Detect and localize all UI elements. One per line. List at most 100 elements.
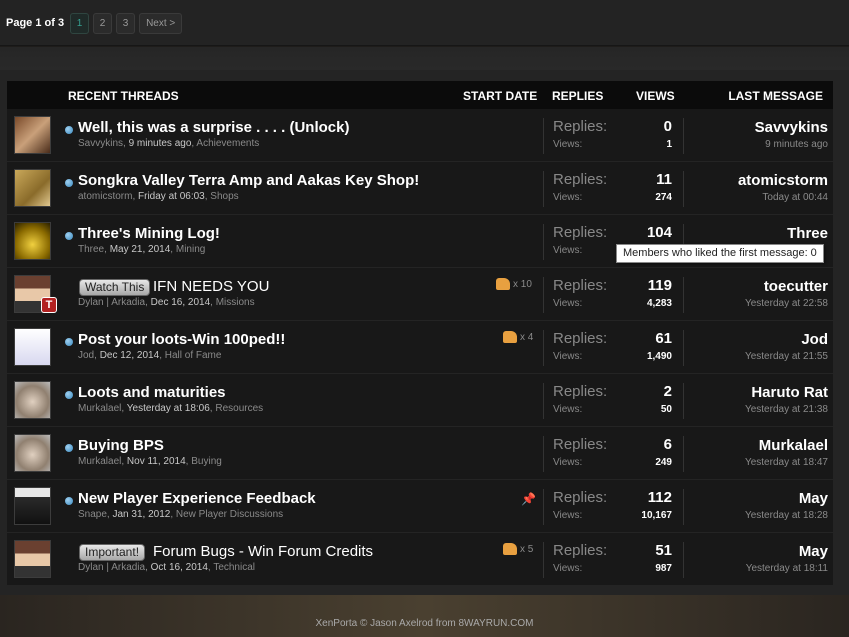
unread-bullet-icon [65, 497, 73, 505]
next-page-link[interactable]: Next > [139, 12, 183, 34]
avatar[interactable] [14, 381, 51, 419]
author-alt-link[interactable]: Arkadia [111, 562, 145, 573]
replies-count: 2 [663, 383, 672, 400]
last-poster-link[interactable]: Haruto Rat [751, 384, 828, 401]
thread-title-link[interactable]: Well, this was a surprise . . . . (Unloc… [78, 119, 349, 136]
author-link[interactable]: Murkalael [78, 403, 121, 414]
thread-title-link[interactable]: Post your loots-Win 100ped!! [78, 331, 285, 348]
forum-link[interactable]: Shops [210, 191, 238, 202]
replies-count: 0 [663, 118, 672, 135]
thumbs-up-icon [503, 331, 517, 343]
views-count: 274 [655, 192, 672, 203]
replies-count: 104 [646, 224, 672, 241]
page-2-link[interactable]: 2 [93, 12, 113, 34]
views-count: 249 [655, 457, 672, 468]
views-count: 10,167 [641, 510, 672, 521]
thread-meta: Savvykins, 9 minutes ago, Achievements [78, 138, 260, 149]
likes-count: x 10 [513, 278, 532, 290]
last-poster-link[interactable]: toecutter [764, 278, 828, 295]
header-last-message[interactable]: LAST MESSAGE [728, 89, 823, 103]
column-divider [543, 118, 544, 154]
thread-title-link[interactable]: Buying BPS [78, 437, 164, 454]
author-link[interactable]: Murkalael [78, 456, 121, 467]
last-poster-link[interactable]: Jod [801, 331, 828, 348]
forum-link[interactable]: Buying [191, 456, 222, 467]
thread-meta: Murkalael, Nov 11, 2014, Buying [78, 456, 222, 467]
last-poster-link[interactable]: May [799, 490, 828, 507]
column-divider [683, 436, 684, 472]
last-post-time[interactable]: Yesterday at 21:55 [745, 351, 828, 362]
last-post-time[interactable]: Yesterday at 18:47 [745, 457, 828, 468]
replies-label: Replies: [553, 436, 608, 453]
last-poster-link[interactable]: atomicstorm [738, 172, 828, 189]
forum-link[interactable]: Missions [216, 297, 255, 308]
avatar[interactable] [14, 434, 51, 472]
header-replies[interactable]: REPLIES [552, 89, 603, 103]
likes-indicator[interactable]: x 4 [503, 331, 533, 343]
sticky-pin-icon: 📌 [521, 492, 536, 506]
thread-title-link[interactable]: Forum Bugs - Win Forum Credits [153, 543, 373, 560]
last-post-time[interactable]: Yesterday at 22:58 [745, 298, 828, 309]
top-band: Page 1 of 3 1 2 3 Next > [0, 0, 849, 46]
last-post-time[interactable]: Yesterday at 21:38 [745, 404, 828, 415]
footer-band [0, 595, 849, 637]
thread-title-link[interactable]: New Player Experience Feedback [78, 490, 316, 507]
author-link[interactable]: Three [78, 244, 104, 255]
thread-start-date: Friday at 06:03 [138, 191, 205, 202]
replies-label: Replies: [553, 118, 608, 135]
page-1-link[interactable]: 1 [70, 12, 90, 34]
column-divider [683, 542, 684, 578]
forum-link[interactable]: Resources [215, 403, 263, 414]
unread-bullet-icon [65, 126, 73, 134]
last-post-time[interactable]: 9 minutes ago [765, 139, 828, 150]
avatar[interactable] [14, 328, 51, 366]
thread-title-link[interactable]: Loots and maturities [78, 384, 226, 401]
avatar[interactable] [14, 487, 51, 525]
header-recent-threads[interactable]: RECENT THREADS [68, 89, 179, 103]
footer-credit[interactable]: XenPorta © Jason Axelrod from 8WAYRUN.CO… [0, 618, 849, 629]
forum-link[interactable]: Achievements [196, 138, 259, 149]
likes-indicator[interactable]: x 5 [503, 543, 533, 555]
author-link[interactable]: Savvykins [78, 138, 123, 149]
last-poster-link[interactable]: Three [787, 225, 828, 242]
author-link[interactable]: Jod [78, 350, 94, 361]
thread-title-link[interactable]: Songkra Valley Terra Amp and Aakas Key S… [78, 172, 419, 189]
likes-indicator[interactable]: x 10 [496, 278, 532, 290]
last-post-time[interactable]: Yesterday at 18:11 [746, 563, 828, 574]
author-link[interactable]: Dylan [78, 562, 104, 573]
last-poster-link[interactable]: May [799, 543, 828, 560]
author-link[interactable]: Dylan [78, 297, 104, 308]
thread-row: Post your loots-Win 100ped!! Jod, Dec 12,… [7, 321, 833, 374]
header-start-date[interactable]: START DATE [463, 89, 537, 103]
thread-row: Important! Forum Bugs - Win Forum Credits… [7, 533, 833, 586]
header-views[interactable]: VIEWS [636, 89, 675, 103]
forum-link[interactable]: Hall of Fame [165, 350, 222, 361]
replies-count: 11 [656, 171, 672, 188]
author-link[interactable]: Snape [78, 509, 107, 520]
author-link[interactable]: atomicstorm [78, 191, 132, 202]
thread-start-date: Jan 31, 2012 [112, 509, 171, 520]
page-3-link[interactable]: 3 [116, 12, 136, 34]
user-badge: T [41, 297, 57, 313]
forum-link[interactable]: Technical [213, 562, 255, 573]
views-label: Views: [553, 192, 583, 203]
thread-row: New Player Experience Feedback Snape, Jan… [7, 480, 833, 533]
page-count-label: Page 1 of 3 [6, 17, 65, 29]
thread-title-link[interactable]: Three's Mining Log! [78, 225, 220, 242]
author-alt-link[interactable]: Arkadia [111, 297, 145, 308]
thread-prefix[interactable]: Watch This [79, 279, 151, 296]
views-count: 50 [660, 404, 672, 415]
avatar[interactable] [14, 540, 51, 578]
forum-link[interactable]: Mining [176, 244, 205, 255]
last-poster-link[interactable]: Murkalael [759, 437, 828, 454]
thread-prefix[interactable]: Important! [79, 544, 146, 561]
avatar[interactable] [14, 169, 51, 207]
avatar[interactable] [14, 222, 51, 260]
pagination: Page 1 of 3 1 2 3 Next > [6, 12, 183, 34]
last-post-time[interactable]: Today at 00:44 [762, 192, 828, 203]
avatar[interactable] [14, 116, 51, 154]
forum-link[interactable]: New Player Discussions [176, 509, 283, 520]
last-poster-link[interactable]: Savvykins [755, 119, 828, 136]
thread-title-link[interactable]: IFN NEEDS YOU [153, 278, 269, 295]
last-post-time[interactable]: Yesterday at 18:28 [745, 510, 828, 521]
